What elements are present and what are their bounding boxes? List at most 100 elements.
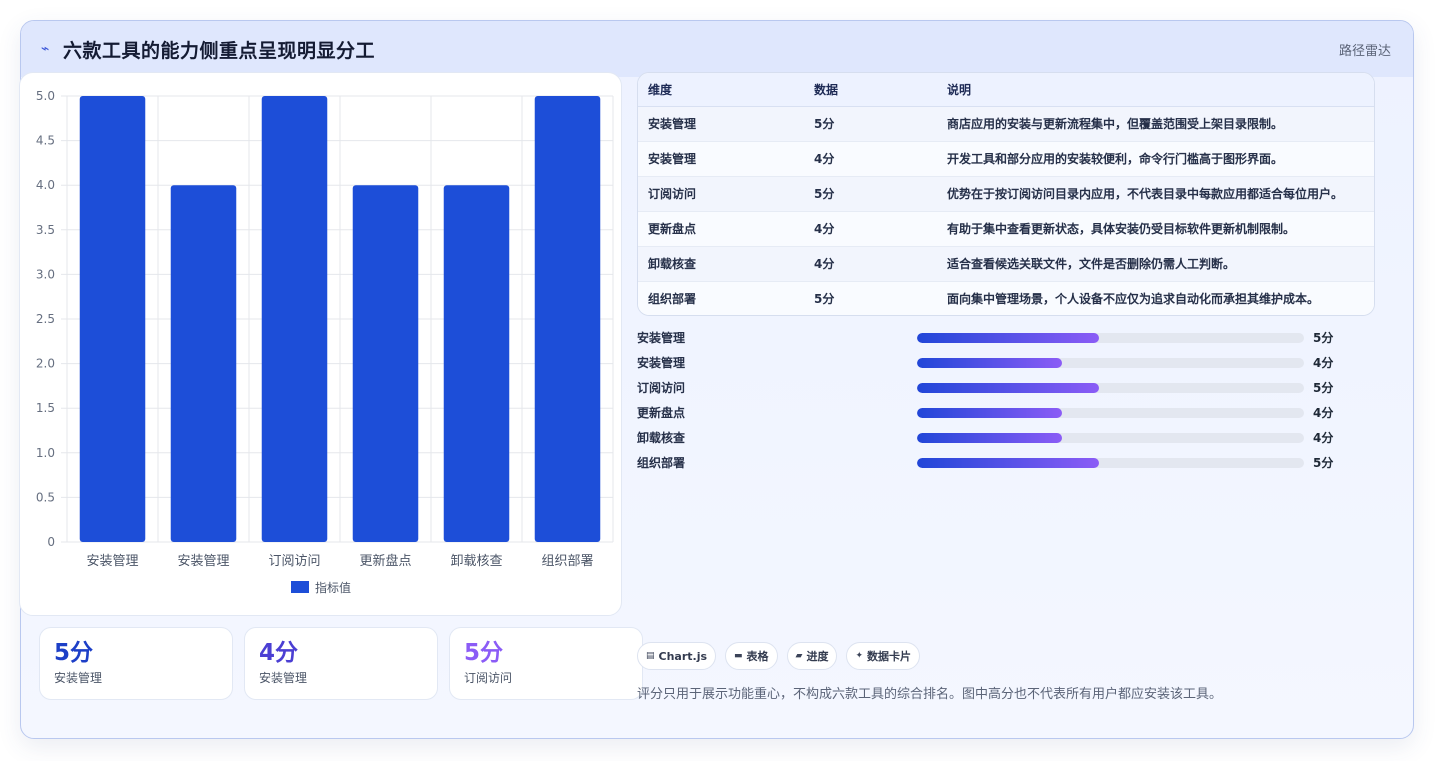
table-icon: ▬ xyxy=(734,651,743,661)
chip-label: 数据卡片 xyxy=(867,650,912,663)
progress-value: 4分 xyxy=(1313,406,1334,420)
cell-dimension: 组织部署 xyxy=(638,281,814,315)
bar-chart: 0 0.5 1.0 1.5 2.0 2.5 3.0 3.5 4.0 4.5 5.0 安装管理 安装管理 订… xyxy=(36,89,614,595)
bar[interactable] xyxy=(79,96,146,542)
progress-track xyxy=(917,357,1304,368)
x-tick-label: 安装管理 xyxy=(86,554,138,569)
table-row: 安装管理 4分 开发工具和部分应用的安装较便利，命令行门槛高于图形界面。 xyxy=(638,141,1374,177)
chip-label: 进度 xyxy=(806,650,829,663)
footnote: 评分只用于展示功能重心，不构成六款工具的综合排名。图中高分也不代表所有用户都应安… xyxy=(637,687,1223,702)
progress-label: 安装管理 xyxy=(637,356,686,370)
chip-chartjs[interactable]: ▤ Chart.js xyxy=(637,642,717,670)
y-tick-label: 5.0 xyxy=(36,89,55,103)
progress-track xyxy=(917,432,1304,443)
cell-value: 4分 xyxy=(814,211,947,247)
cell-description: 有助于集中查看更新状态，具体安装仍受目标软件更新机制限制。 xyxy=(947,211,1374,247)
table-row: 安装管理 5分 商店应用的安装与更新流程集中，但覆盖范围受上架目录限制。 xyxy=(638,106,1374,142)
cell-description: 优势在于按订阅访问目录内应用，不代表目录中每款应用都适合每位用户。 xyxy=(947,176,1374,212)
y-tick-label: 4.5 xyxy=(36,134,55,148)
progress-fill xyxy=(917,432,1063,443)
chip-label: 表格 xyxy=(746,650,769,663)
stat-value: 5分 xyxy=(54,640,94,666)
tag-chips: ▤ Chart.js ▬ 表格 ▰ 进度 ✦ 数据卡片 xyxy=(637,642,921,670)
progress-value: 5分 xyxy=(1313,381,1334,395)
bar[interactable] xyxy=(352,185,419,542)
card-header: ⌁ 六款工具的能力侧重点呈现明显分工 路径雷达 xyxy=(21,21,1413,77)
header-tag: 路径雷达 xyxy=(1338,43,1391,59)
bar[interactable] xyxy=(534,96,601,542)
progress-fill xyxy=(917,457,1099,468)
progress-value: 4分 xyxy=(1313,431,1334,445)
progress-label: 组织部署 xyxy=(637,456,686,470)
progress-value: 5分 xyxy=(1313,456,1334,470)
column-header-data: 数据 xyxy=(814,73,947,107)
progress-icon: ▰ xyxy=(795,651,803,661)
cell-value: 4分 xyxy=(814,141,947,177)
progress-fill xyxy=(917,382,1099,393)
legend-swatch xyxy=(291,581,309,593)
page-title: 六款工具的能力侧重点呈现明显分工 xyxy=(63,39,376,62)
pulse-icon: ⌁ xyxy=(41,41,50,57)
table-row: 组织部署 5分 面向集中管理场景，个人设备不应仅为追求自动化而承担其维护成本。 xyxy=(638,281,1374,315)
chip-progress[interactable]: ▰ 进度 xyxy=(786,642,838,670)
x-tick-label: 安装管理 xyxy=(177,554,229,569)
chip-data-cards[interactable]: ✦ 数据卡片 xyxy=(846,642,921,670)
progress-label: 卸载核查 xyxy=(637,431,686,445)
x-tick-label: 卸载核查 xyxy=(450,553,502,569)
stat-label: 订阅访问 xyxy=(464,671,513,685)
progress-fill xyxy=(917,407,1063,418)
progress-value: 4分 xyxy=(1313,356,1334,370)
cell-dimension: 订阅访问 xyxy=(638,176,814,212)
stat-card: 5分 安装管理 xyxy=(39,627,233,700)
y-tick-label: 4.0 xyxy=(36,178,55,192)
progress-fill xyxy=(917,357,1063,368)
x-tick-label: 订阅访问 xyxy=(268,554,320,569)
header-left: ⌁ 六款工具的能力侧重点呈现明显分工 xyxy=(41,36,375,63)
stat-value: 5分 xyxy=(464,640,504,666)
table-row: 更新盘点 4分 有助于集中查看更新状态，具体安装仍受目标软件更新机制限制。 xyxy=(638,211,1374,247)
bar[interactable] xyxy=(170,185,237,542)
chip-label: Chart.js xyxy=(658,649,708,663)
legend-label[interactable]: 指标值 xyxy=(315,580,351,595)
cell-dimension: 更新盘点 xyxy=(638,211,814,247)
sparkle-icon: ✦ xyxy=(855,651,864,661)
stat-label: 安装管理 xyxy=(259,671,308,685)
y-tick-label: 3.0 xyxy=(36,267,55,281)
cell-value: 4分 xyxy=(814,246,947,282)
cell-value: 5分 xyxy=(814,176,947,212)
cell-dimension: 安装管理 xyxy=(638,141,814,177)
chart-icon: ▤ xyxy=(646,651,655,661)
progress-label: 更新盘点 xyxy=(637,406,686,420)
progress-value: 5分 xyxy=(1313,331,1334,345)
progress-row: 安装管理 4分 xyxy=(637,350,1337,375)
data-table: 维度 数据 说明 安装管理 5分 商店应用的安装与更新流程集中，但覆盖范围受上架… xyxy=(638,73,1374,315)
table-header-row: 维度 数据 说明 xyxy=(638,73,1374,107)
cell-description: 商店应用的安装与更新流程集中，但覆盖范围受上架目录限制。 xyxy=(947,106,1374,142)
bar[interactable] xyxy=(443,185,510,542)
column-header-dimension: 维度 xyxy=(638,73,814,107)
progress-label: 订阅访问 xyxy=(637,381,686,395)
y-tick-label: 1.5 xyxy=(36,401,55,415)
progress-list: 安装管理 5分 安装管理 4分 订阅访问 5分 更新盘点 4分 卸载核查 4分 … xyxy=(637,325,1337,475)
progress-track xyxy=(917,407,1304,418)
bar[interactable] xyxy=(261,96,328,542)
progress-fill xyxy=(917,332,1099,343)
y-tick-label: 0 xyxy=(47,535,55,549)
progress-track xyxy=(917,457,1304,468)
progress-row: 安装管理 5分 xyxy=(637,325,1337,350)
progress-row: 更新盘点 4分 xyxy=(637,400,1337,425)
cell-dimension: 卸载核查 xyxy=(638,246,814,282)
cell-description: 开发工具和部分应用的安装较便利，命令行门槛高于图形界面。 xyxy=(947,141,1374,177)
cell-description: 面向集中管理场景，个人设备不应仅为追求自动化而承担其维护成本。 xyxy=(947,281,1374,315)
chip-table[interactable]: ▬ 表格 xyxy=(725,642,778,670)
y-tick-label: 2.0 xyxy=(36,357,55,371)
data-table-panel: 维度 数据 说明 安装管理 5分 商店应用的安装与更新流程集中，但覆盖范围受上架… xyxy=(637,72,1375,316)
column-header-description: 说明 xyxy=(947,73,1374,107)
table-row: 卸载核查 4分 适合查看候选关联文件，文件是否删除仍需人工判断。 xyxy=(638,246,1374,282)
progress-row: 订阅访问 5分 xyxy=(637,375,1337,400)
cell-value: 5分 xyxy=(814,281,947,315)
table-row: 订阅访问 5分 优势在于按订阅访问目录内应用，不代表目录中每款应用都适合每位用户… xyxy=(638,176,1374,212)
cell-value: 5分 xyxy=(814,106,947,142)
progress-track xyxy=(917,332,1304,343)
stat-card: 5分 订阅访问 xyxy=(449,627,643,700)
